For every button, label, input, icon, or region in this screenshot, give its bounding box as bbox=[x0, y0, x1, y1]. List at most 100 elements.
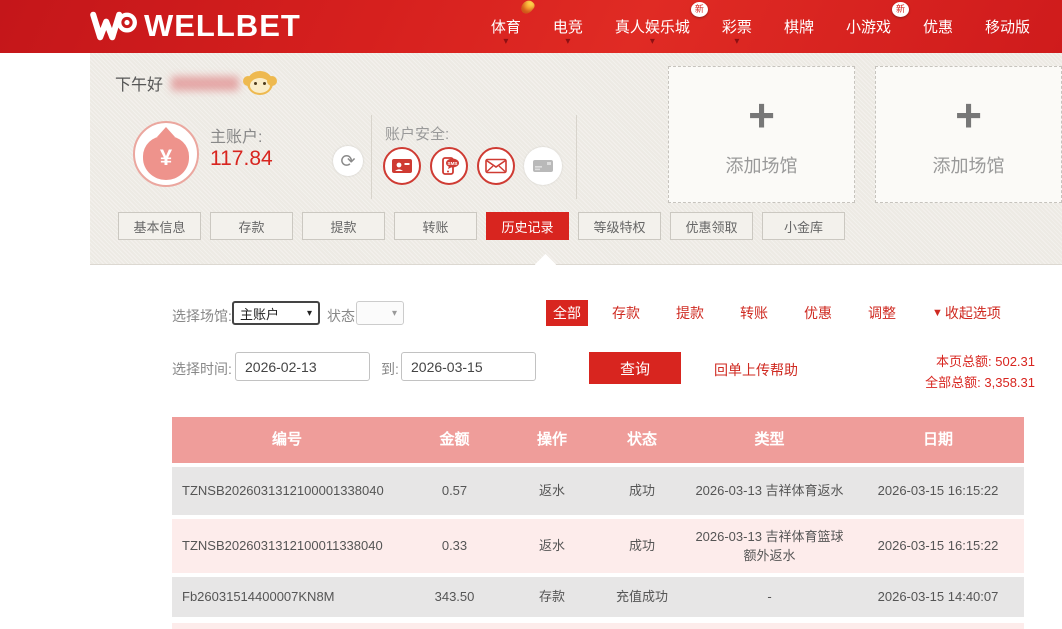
cell-operation: 存款 bbox=[507, 577, 597, 617]
status-filter-label: 状态: bbox=[327, 306, 359, 326]
refresh-balance-button[interactable]: ⟳ bbox=[333, 146, 363, 176]
type-filter-transfer[interactable]: 转账 bbox=[740, 303, 768, 323]
cell-type: 2026-03-13 吉祥体育返水 bbox=[687, 467, 852, 515]
bank-card-icon[interactable] bbox=[524, 147, 562, 185]
type-filter-deposit[interactable]: 存款 bbox=[612, 303, 640, 323]
security-icons-row: SMS bbox=[383, 147, 562, 185]
divider bbox=[576, 115, 577, 199]
cell-status: 充值成功 bbox=[597, 577, 687, 617]
tab-vip-privileges[interactable]: 等级特权 bbox=[578, 212, 661, 240]
cell-amount: 0.57 bbox=[402, 467, 507, 515]
cell-operation: 返水 bbox=[507, 467, 597, 515]
fire-icon bbox=[519, 0, 536, 16]
refresh-icon: ⟳ bbox=[340, 151, 355, 172]
totals-block: 本页总额: 502.31 全部总额: 3,358.31 bbox=[880, 351, 1035, 393]
history-table: 编号 金额 操作 状态 类型 日期 TZNSB20260313121000013… bbox=[172, 417, 1024, 629]
main-nav: 体育 ▾ 电竞 ▾ 真人娱乐城 新 ▾ 彩票 ▾ 棋牌 小游戏 新 bbox=[475, 0, 1046, 53]
nav-item-esports[interactable]: 电竞 ▾ bbox=[537, 0, 599, 53]
page-total-value: 502.31 bbox=[995, 354, 1035, 369]
nav-item-label: 移动版 bbox=[985, 16, 1030, 37]
main-account-balance: 117.84 bbox=[210, 147, 273, 171]
add-venue-button[interactable]: + 添加场馆 bbox=[668, 66, 855, 203]
time-filter-label: 选择时间: bbox=[172, 359, 232, 379]
nav-item-label: 优惠 bbox=[923, 16, 953, 37]
table-row: TZNSB2026031312100011338040 0.33 返水 成功 2… bbox=[172, 519, 1024, 573]
chevron-down-icon: ▾ bbox=[503, 36, 508, 47]
account-security-label: 账户安全: bbox=[385, 123, 449, 144]
tab-basic-info[interactable]: 基本信息 bbox=[118, 212, 201, 240]
table-row-partial bbox=[172, 623, 1024, 629]
plus-icon: + bbox=[748, 92, 775, 138]
nav-item-mobile-version[interactable]: 移动版 bbox=[969, 0, 1046, 53]
cell-date: 2026-03-15 14:40:07 bbox=[852, 577, 1024, 617]
cell-date: 2026-03-15 16:15:22 bbox=[852, 519, 1024, 573]
table-header-row: 编号 金额 操作 状态 类型 日期 bbox=[172, 417, 1024, 463]
plus-icon: + bbox=[955, 92, 982, 138]
all-total-label: 全部总额: bbox=[925, 375, 981, 390]
add-venue-label: 添加场馆 bbox=[933, 152, 1005, 178]
tab-history[interactable]: 历史记录 bbox=[486, 212, 569, 240]
nav-item-live-casino[interactable]: 真人娱乐城 新 ▾ bbox=[599, 0, 706, 53]
type-filter-adjustment[interactable]: 调整 bbox=[868, 303, 896, 323]
query-button[interactable]: 查询 bbox=[589, 352, 681, 384]
nav-item-lottery[interactable]: 彩票 ▾ bbox=[706, 0, 768, 53]
collapse-options-link[interactable]: ▼ 收起选项 bbox=[932, 303, 1001, 323]
chevron-down-icon: ▾ bbox=[392, 308, 397, 319]
tab-vault[interactable]: 小金库 bbox=[762, 212, 845, 240]
nav-item-label: 体育 bbox=[491, 16, 521, 37]
yuan-symbol: ¥ bbox=[160, 145, 172, 171]
date-to-input[interactable] bbox=[401, 352, 536, 381]
nav-item-label: 小游戏 bbox=[846, 16, 891, 37]
tab-withdraw[interactable]: 提款 bbox=[302, 212, 385, 240]
venue-select-value: 主账户 bbox=[240, 304, 279, 323]
cell-type: - bbox=[687, 577, 852, 617]
page-total-label: 本页总额: bbox=[936, 354, 992, 369]
tab-transfer[interactable]: 转账 bbox=[394, 212, 477, 240]
chevron-down-icon: ▾ bbox=[565, 36, 570, 47]
col-header-type: 类型 bbox=[687, 417, 852, 463]
to-label: 到: bbox=[381, 359, 399, 379]
type-filter-promo[interactable]: 优惠 bbox=[804, 303, 832, 323]
add-venue-button[interactable]: + 添加场馆 bbox=[875, 66, 1062, 203]
venue-select[interactable]: 主账户 ▾ bbox=[232, 301, 320, 325]
nav-item-mini-games[interactable]: 小游戏 新 bbox=[830, 0, 907, 53]
divider bbox=[371, 115, 372, 199]
col-header-status: 状态 bbox=[597, 417, 687, 463]
chevron-down-icon: ▾ bbox=[734, 36, 739, 47]
logo-text: WELLBET bbox=[144, 8, 301, 44]
mail-icon[interactable] bbox=[477, 147, 515, 185]
nav-item-label: 彩票 bbox=[722, 16, 752, 37]
table-row: Fb26031514400007KN8M 343.50 存款 充值成功 - 20… bbox=[172, 577, 1024, 617]
page: WELLBET 体育 ▾ 电竞 ▾ 真人娱乐城 新 ▾ 彩票 ▾ 棋牌 bbox=[0, 0, 1062, 629]
nav-item-board-games[interactable]: 棋牌 bbox=[768, 0, 830, 53]
collapse-options-label: 收起选项 bbox=[945, 303, 1001, 323]
logo[interactable]: WELLBET bbox=[88, 8, 301, 44]
page-total: 本页总额: 502.31 bbox=[880, 351, 1035, 372]
nav-item-promotions[interactable]: 优惠 bbox=[907, 0, 969, 53]
cell-amount: 343.50 bbox=[402, 577, 507, 617]
nav-item-label: 真人娱乐城 bbox=[615, 16, 690, 37]
status-select[interactable]: ▾ bbox=[356, 301, 404, 325]
receipt-upload-help-link[interactable]: 回单上传帮助 bbox=[714, 360, 798, 380]
cell-id: TZNSB2026031312100011338040 bbox=[172, 519, 402, 573]
cell-status: 成功 bbox=[597, 467, 687, 515]
tab-deposit[interactable]: 存款 bbox=[210, 212, 293, 240]
id-card-icon[interactable] bbox=[383, 147, 421, 185]
cell-operation: 返水 bbox=[507, 519, 597, 573]
type-filter-withdraw[interactable]: 提款 bbox=[676, 303, 704, 323]
table-row: TZNSB2026031312100001338040 0.57 返水 成功 2… bbox=[172, 467, 1024, 515]
nav-item-sports[interactable]: 体育 ▾ bbox=[475, 0, 537, 53]
cell-date: 2026-03-15 16:15:22 bbox=[852, 467, 1024, 515]
date-from-input[interactable] bbox=[235, 352, 370, 381]
chevron-down-icon: ▾ bbox=[307, 308, 312, 319]
cell-status: 成功 bbox=[597, 519, 687, 573]
greeting-row: 下午好 bbox=[115, 71, 273, 95]
phone-sms-icon[interactable]: SMS bbox=[430, 147, 468, 185]
monkey-avatar-icon bbox=[247, 71, 273, 95]
username-blurred bbox=[171, 76, 239, 91]
col-header-amount: 金额 bbox=[402, 417, 507, 463]
tab-promo-claim[interactable]: 优惠领取 bbox=[670, 212, 753, 240]
type-filter-all[interactable]: 全部 bbox=[546, 300, 588, 326]
cell-id: Fb26031514400007KN8M bbox=[172, 577, 402, 617]
chevron-down-icon: ▾ bbox=[650, 36, 655, 47]
